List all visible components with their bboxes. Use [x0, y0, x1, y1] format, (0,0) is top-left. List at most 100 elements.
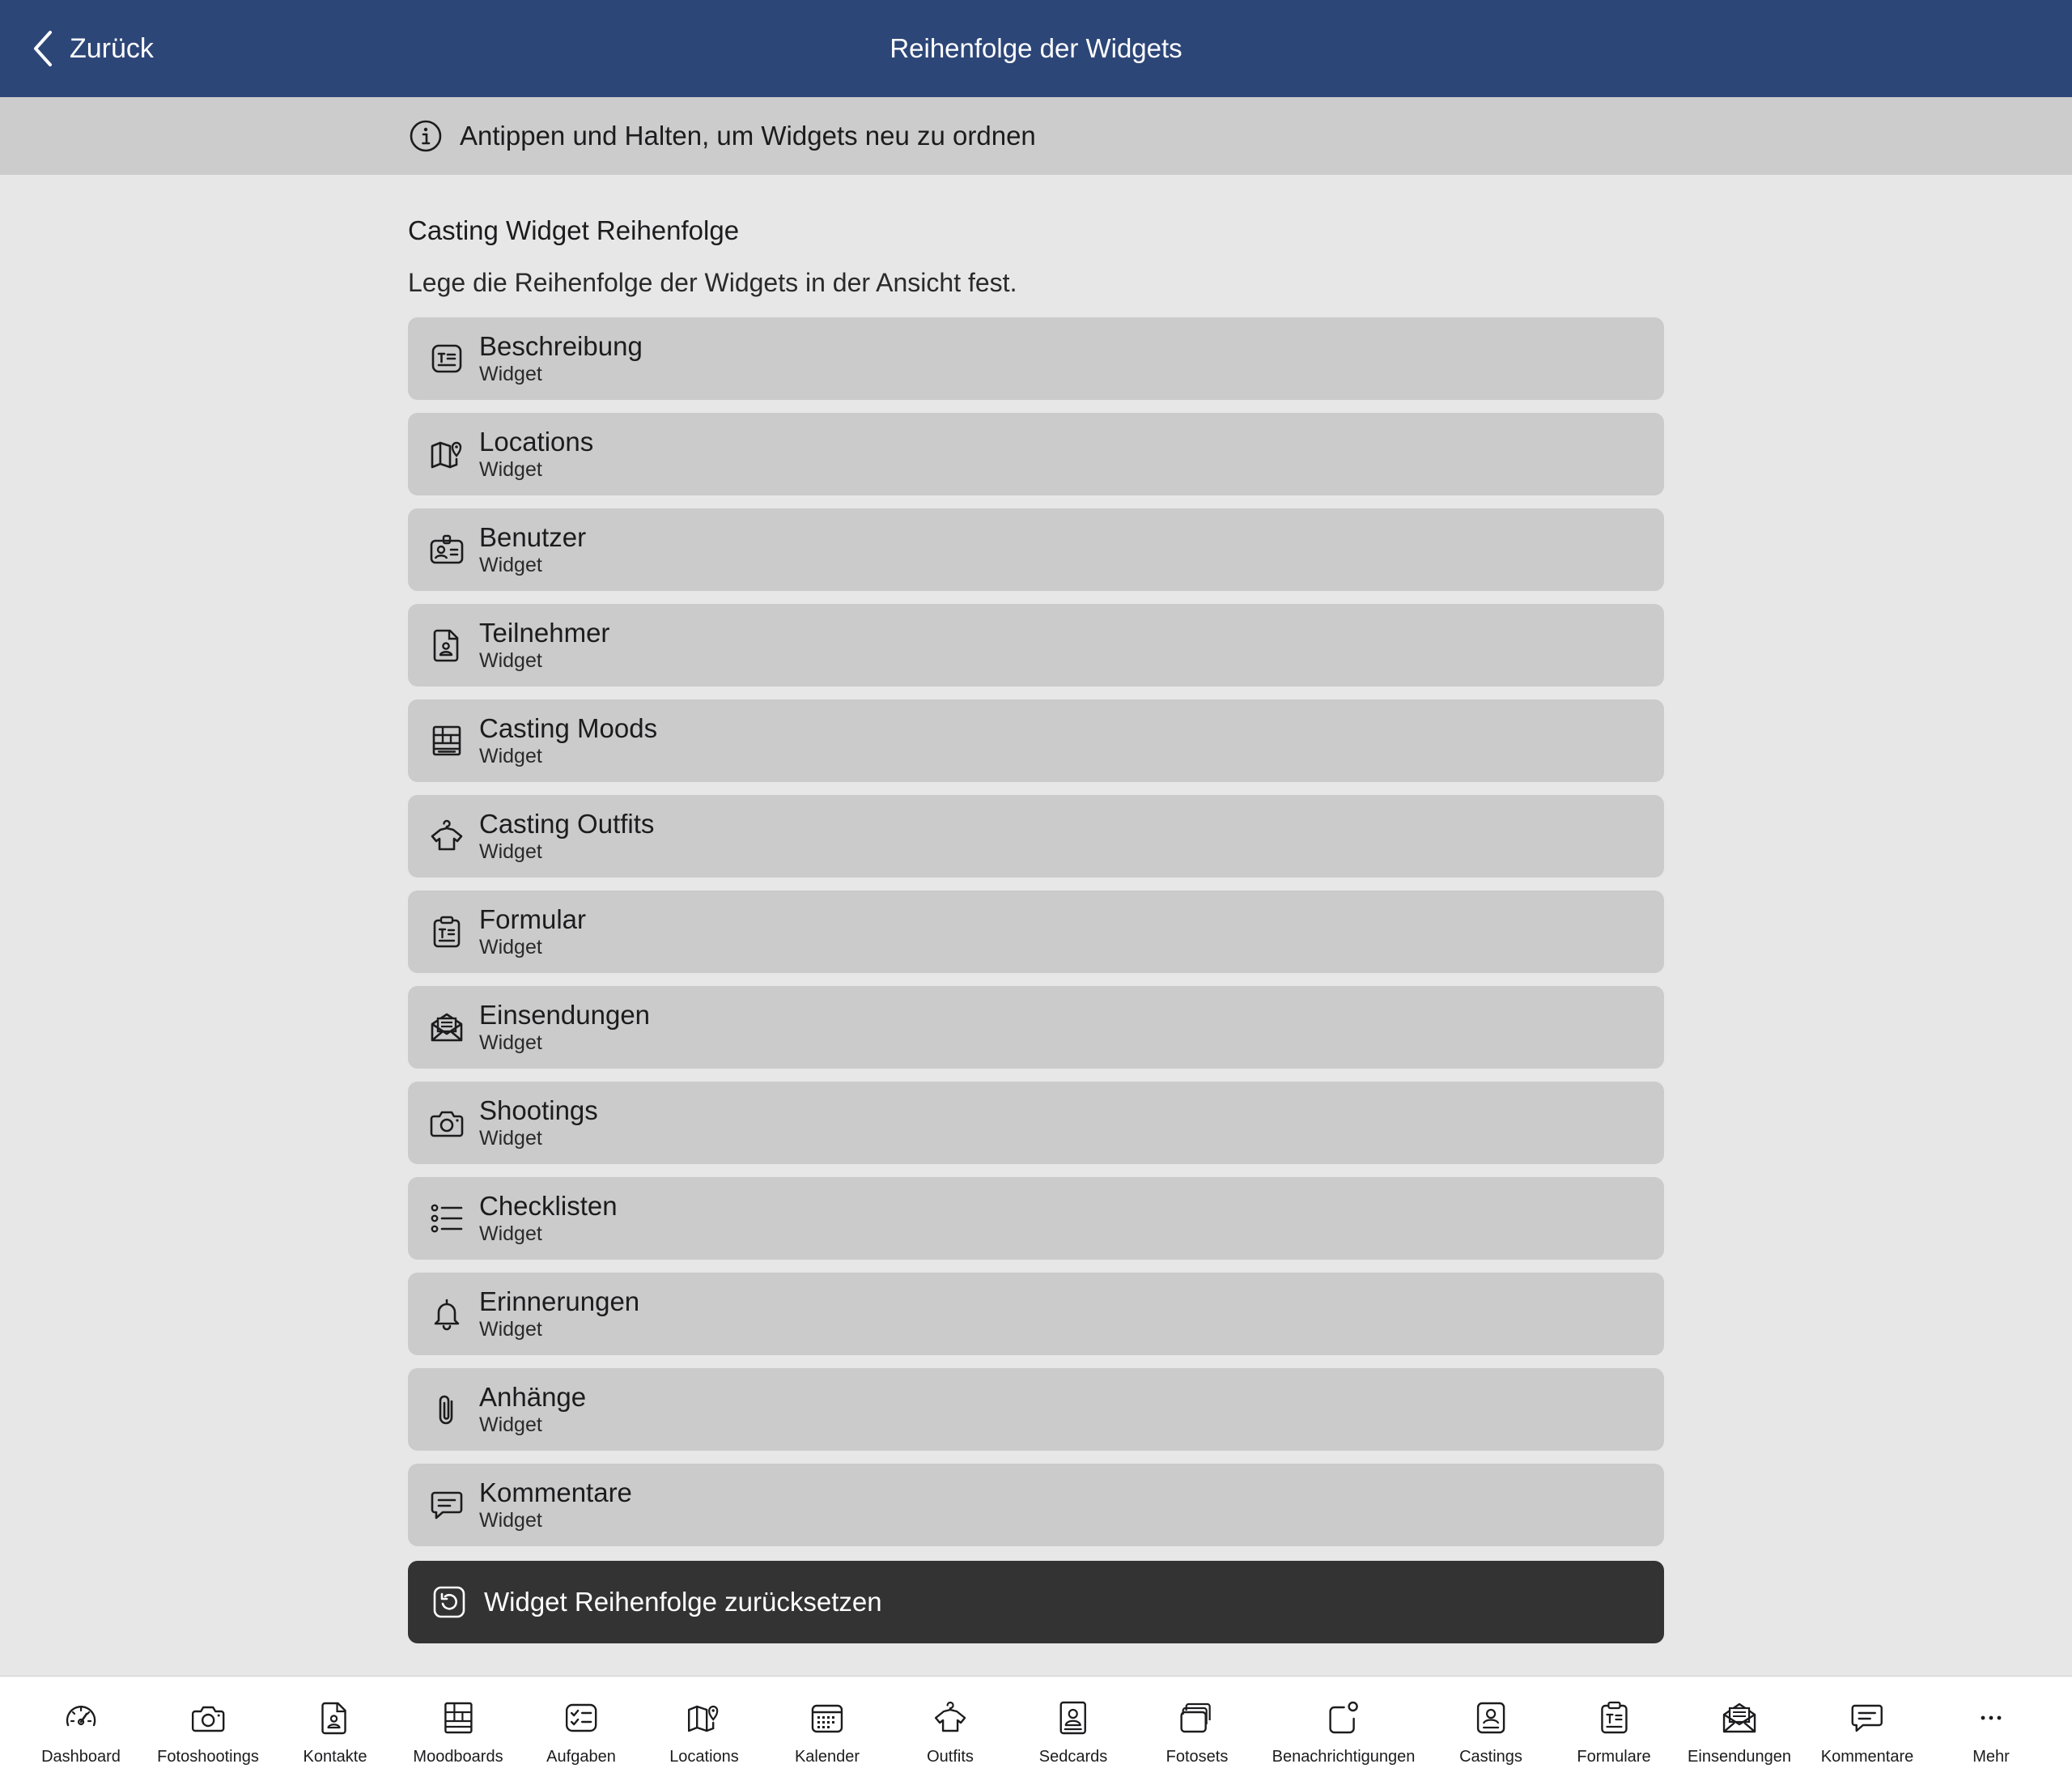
- envelope-icon: [1722, 1702, 1756, 1733]
- widget-subtitle: Widget: [479, 1031, 542, 1054]
- gauge-icon: [66, 1706, 96, 1727]
- contact-file-icon: [321, 1702, 347, 1735]
- id-badge-icon: [429, 532, 465, 567]
- tab-label: Kommentare: [1820, 1748, 1914, 1766]
- tab-dashboard[interactable]: Dashboard: [41, 1699, 121, 1766]
- widget-list: Beschreibung Widget Locations Widget Ben…: [408, 317, 1664, 1559]
- widget-title: Benutzer: [479, 522, 587, 552]
- tab-label: Outfits: [927, 1748, 974, 1766]
- widget-title: Casting Outfits: [479, 809, 655, 839]
- tab-label: Kalender: [794, 1748, 860, 1766]
- tab-label: Castings: [1459, 1748, 1522, 1766]
- tab-einsendungen[interactable]: Einsendungen: [1688, 1699, 1791, 1766]
- tab-aufgaben[interactable]: Aufgaben: [546, 1699, 616, 1766]
- more-icon: [1981, 1715, 2002, 1720]
- widget-row-casting-outfits[interactable]: Casting Outfits Widget: [408, 795, 1664, 878]
- paperclip-icon: [429, 1392, 465, 1427]
- tab-kommentare[interactable]: Kommentare: [1820, 1699, 1914, 1766]
- comment-icon: [1851, 1704, 1883, 1732]
- widget-title: Formular: [479, 904, 587, 934]
- tab-bar: Dashboard Fotoshootings Kontakte Moodboa…: [0, 1676, 2072, 1781]
- widget-row-casting-moods[interactable]: Casting Moods Widget: [408, 699, 1664, 782]
- widget-row-locations[interactable]: Locations Widget: [408, 413, 1664, 495]
- sedcard-icon: [1059, 1701, 1087, 1735]
- tab-locations[interactable]: Locations: [669, 1699, 739, 1766]
- tab-outfits[interactable]: Outfits: [927, 1699, 974, 1766]
- widget-title: Erinnerungen: [479, 1286, 640, 1316]
- widget-title: Casting Moods: [479, 713, 658, 743]
- widget-row-checklisten[interactable]: Checklisten Widget: [408, 1177, 1664, 1260]
- widget-row-kommentare[interactable]: Kommentare Widget: [408, 1464, 1664, 1546]
- widget-title: Teilnehmer: [479, 618, 610, 648]
- widget-title: Einsendungen: [479, 1000, 651, 1030]
- casting-icon: [1476, 1702, 1505, 1734]
- map-pin-icon: [687, 1705, 719, 1732]
- tab-label: Kontakte: [303, 1748, 367, 1766]
- photosets-icon: [1180, 1702, 1212, 1733]
- widget-row-teilnehmer[interactable]: Teilnehmer Widget: [408, 604, 1664, 686]
- widget-subtitle: Widget: [479, 1222, 542, 1245]
- description-icon: [429, 341, 465, 376]
- tasks-icon: [565, 1703, 597, 1732]
- tab-label: Formulare: [1577, 1748, 1651, 1766]
- widget-title: Shootings: [479, 1095, 598, 1125]
- widget-title: Anhänge: [479, 1382, 587, 1412]
- widget-row-beschreibung[interactable]: Beschreibung Widget: [408, 317, 1664, 400]
- camera-icon: [429, 1105, 465, 1141]
- tab-label: Aufgaben: [546, 1748, 616, 1766]
- moodboard-icon: [429, 723, 465, 759]
- widget-row-shootings[interactable]: Shootings Widget: [408, 1082, 1664, 1164]
- reset-order-label: Widget Reihenfolge zurücksetzen: [484, 1587, 882, 1617]
- shirt-icon: [429, 818, 465, 854]
- tab-formulare[interactable]: Formulare: [1577, 1699, 1651, 1766]
- moodboard-icon: [444, 1702, 473, 1734]
- widget-row-anhaenge[interactable]: Anhänge Widget: [408, 1368, 1664, 1451]
- notification-icon: [1329, 1701, 1359, 1734]
- tab-label: Einsendungen: [1688, 1748, 1791, 1766]
- widget-title: Beschreibung: [479, 331, 643, 361]
- tab-label: Moodboards: [413, 1748, 503, 1766]
- info-banner-text: Antippen und Halten, um Widgets neu zu o…: [460, 121, 1036, 151]
- widget-subtitle: Widget: [479, 1413, 542, 1436]
- tab-fotosets[interactable]: Fotosets: [1166, 1699, 1228, 1766]
- tab-label: Sedcards: [1038, 1748, 1108, 1766]
- tab-fotoshootings[interactable]: Fotoshootings: [157, 1699, 259, 1766]
- widget-row-benutzer[interactable]: Benutzer Widget: [408, 508, 1664, 591]
- camera-icon: [191, 1706, 225, 1732]
- calendar-icon: [811, 1704, 843, 1733]
- contact-file-icon: [429, 627, 465, 663]
- reset-icon: [433, 1586, 465, 1618]
- tab-castings[interactable]: Castings: [1459, 1699, 1522, 1766]
- widget-row-formular[interactable]: Formular Widget: [408, 890, 1664, 973]
- widget-row-erinnerungen[interactable]: Erinnerungen Widget: [408, 1273, 1664, 1355]
- section-title: Casting Widget Reihenfolge: [408, 215, 740, 245]
- widget-subtitle: Widget: [479, 649, 542, 672]
- widget-subtitle: Widget: [479, 363, 542, 385]
- info-icon: [410, 120, 442, 152]
- bell-icon: [429, 1296, 465, 1332]
- tab-label: Locations: [669, 1748, 739, 1766]
- tab-kontakte[interactable]: Kontakte: [304, 1699, 367, 1766]
- tab-benachrichtigungen[interactable]: Benachrichtigungen: [1272, 1699, 1415, 1766]
- tab-moodboards[interactable]: Moodboards: [413, 1699, 503, 1766]
- section-description: Lege die Reihenfolge der Widgets in der …: [408, 268, 1017, 297]
- shirt-icon: [934, 1701, 966, 1732]
- checklist-icon: [429, 1201, 465, 1236]
- tab-sedcards[interactable]: Sedcards: [1038, 1699, 1108, 1766]
- widget-subtitle: Widget: [479, 936, 542, 959]
- navigation-bar: Zurück Reihenfolge der Widgets: [0, 0, 2072, 97]
- comment-icon: [429, 1487, 465, 1523]
- page-title: Reihenfolge der Widgets: [890, 33, 1182, 63]
- tab-label: Fotoshootings: [157, 1748, 259, 1766]
- info-banner: Antippen und Halten, um Widgets neu zu o…: [0, 97, 2072, 175]
- widget-subtitle: Widget: [479, 458, 542, 481]
- reset-order-button[interactable]: Widget Reihenfolge zurücksetzen: [408, 1561, 1664, 1643]
- widget-subtitle: Widget: [479, 554, 542, 576]
- tab-label: Dashboard: [41, 1748, 121, 1766]
- tab-kalender[interactable]: Kalender: [795, 1699, 860, 1766]
- widget-subtitle: Widget: [479, 1127, 542, 1150]
- envelope-icon: [429, 1010, 465, 1045]
- clipboard-icon: [1600, 1701, 1628, 1734]
- tab-mehr[interactable]: Mehr: [1972, 1699, 2010, 1766]
- widget-row-einsendungen[interactable]: Einsendungen Widget: [408, 986, 1664, 1069]
